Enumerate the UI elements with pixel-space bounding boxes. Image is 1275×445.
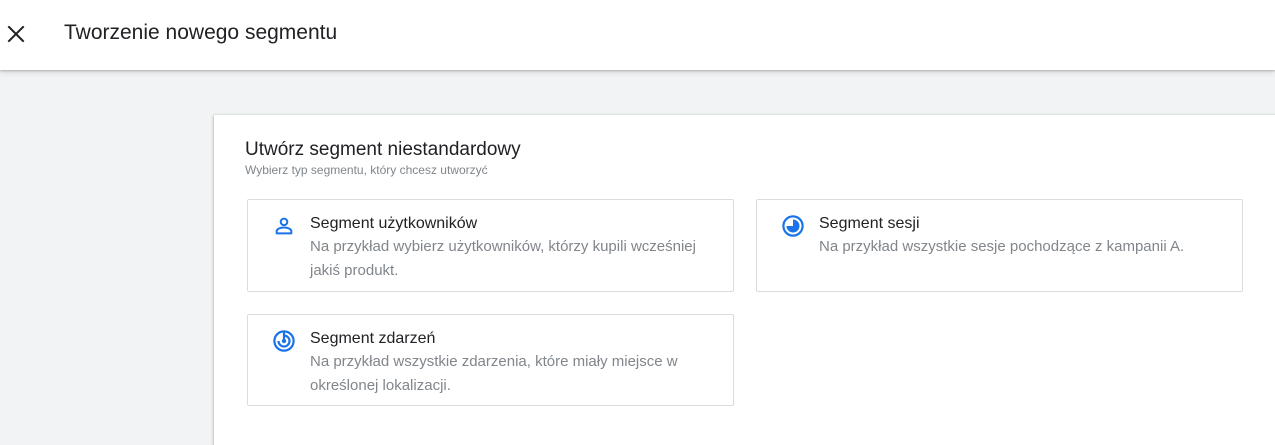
card-title: Utwórz segment niestandardowy — [245, 139, 521, 160]
option-description: Na przykład wybierz użytkowników, którzy… — [310, 238, 696, 279]
option-description: Na przykład wszystkie sesje pochodzące z… — [819, 238, 1185, 255]
user-segment-option[interactable]: Segment użytkowników Na przykład wybierz… — [247, 199, 734, 292]
top-app-bar: Tworzenie nowego segmentu — [0, 0, 1275, 70]
option-description: Na przykład wszystkie zdarzenia, które m… — [310, 353, 678, 394]
session-segment-option[interactable]: Segment sesji Na przykład wszystkie sesj… — [756, 199, 1243, 292]
event-segment-option[interactable]: Segment zdarzeń Na przykład wszystkie zd… — [247, 314, 734, 406]
card-subtitle: Wybierz typ segmentu, który chcesz utwor… — [245, 163, 488, 177]
custom-segment-card: Utwórz segment niestandardowy Wybierz ty… — [214, 115, 1275, 445]
close-icon — [7, 25, 25, 43]
close-button[interactable] — [0, 14, 32, 54]
person-icon — [272, 214, 296, 238]
event-target-icon — [272, 329, 296, 353]
option-title: Segment sesji — [819, 215, 920, 232]
option-title: Segment zdarzeń — [310, 330, 436, 347]
session-timer-icon — [781, 214, 805, 238]
page-title: Tworzenie nowego segmentu — [64, 21, 338, 44]
option-title: Segment użytkowników — [310, 215, 478, 232]
